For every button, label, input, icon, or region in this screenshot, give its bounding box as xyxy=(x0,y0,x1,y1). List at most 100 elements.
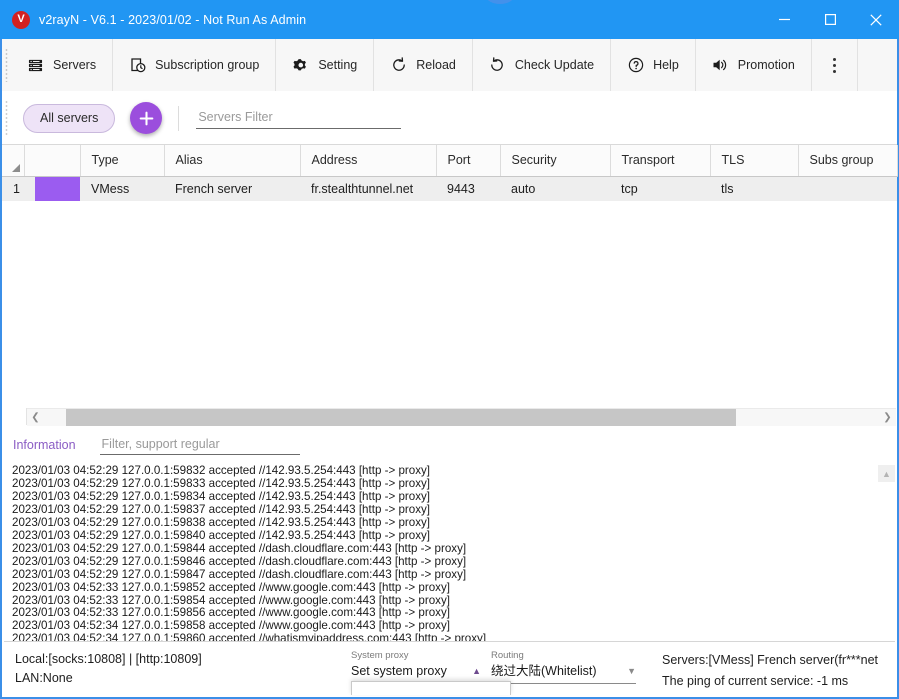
add-server-button[interactable] xyxy=(130,102,162,134)
row-mark-cell xyxy=(24,176,80,201)
column-header-port[interactable]: Port xyxy=(436,145,500,176)
toolbar-item-subscription-group[interactable]: Subscription group xyxy=(113,39,276,91)
log-line: 2023/01/03 04:52:33 127.0.0.1:59852 acce… xyxy=(12,582,864,595)
window-title: v2rayN - V6.1 - 2023/01/02 - Not Run As … xyxy=(39,13,306,27)
window-controls xyxy=(761,0,899,39)
scroll-up-icon[interactable]: ▲ xyxy=(878,465,895,482)
servers-filter-input[interactable] xyxy=(196,108,401,129)
status-ping: The ping of current service: -1 ms xyxy=(662,671,878,692)
status-lan: LAN:None xyxy=(15,669,202,688)
main-toolbar: Servers Subscription group xyxy=(2,39,897,92)
system-proxy-dropdown-popup[interactable] xyxy=(351,681,511,695)
log-line: 2023/01/03 04:52:29 127.0.0.1:59832 acce… xyxy=(12,465,864,478)
status-server-info: Servers:[VMess] French server(fr***net T… xyxy=(662,650,878,692)
title-bar[interactable]: V v2rayN - V6.1 - 2023/01/02 - Not Run A… xyxy=(0,0,899,39)
toolbar-item-label: Check Update xyxy=(515,58,594,72)
toolbar-item-check-update[interactable]: Check Update xyxy=(473,39,611,91)
routing-value: 绕过大陆(Whitelist) xyxy=(491,662,597,681)
column-header-address[interactable]: Address xyxy=(300,145,436,176)
log-filter-input[interactable] xyxy=(100,435,300,455)
log-line: 2023/01/03 04:52:29 127.0.0.1:59834 acce… xyxy=(12,491,864,504)
app-logo-glyph: V xyxy=(17,14,24,25)
column-header-security[interactable]: Security xyxy=(500,145,610,176)
window-body: Servers Subscription group xyxy=(0,39,899,699)
check-update-icon xyxy=(489,57,506,74)
toolbar-item-label: Setting xyxy=(318,58,357,72)
chevron-down-icon: ▼ xyxy=(627,663,636,681)
information-bar: Information xyxy=(2,430,897,460)
toolbar-item-label: Help xyxy=(653,58,679,72)
plus-icon xyxy=(139,111,154,126)
scroll-left-icon[interactable]: ❮ xyxy=(27,409,44,426)
column-header-type[interactable]: Type xyxy=(80,145,164,176)
cell-tls: tls xyxy=(710,176,798,201)
cell-type: VMess xyxy=(80,176,164,201)
help-icon xyxy=(627,57,644,74)
kebab-menu-icon xyxy=(833,58,836,73)
routing-label: Routing xyxy=(491,650,636,662)
subscription-icon xyxy=(129,57,146,74)
column-header-transport[interactable]: Transport xyxy=(610,145,710,176)
gear-icon xyxy=(292,57,309,74)
status-bar: Local:[socks:10808] | [http:10809] LAN:N… xyxy=(4,641,895,695)
row-index: 1 xyxy=(2,176,24,201)
toolbar-more-button[interactable] xyxy=(812,39,858,91)
close-button[interactable] xyxy=(853,0,899,39)
cursor-artifact xyxy=(486,0,514,4)
v2rayn-window: V v2rayN - V6.1 - 2023/01/02 - Not Run A… xyxy=(0,0,899,699)
toolbar-item-label: Reload xyxy=(416,58,456,72)
hscroll-thumb[interactable] xyxy=(66,409,736,426)
cell-security: auto xyxy=(500,176,610,201)
servers-icon xyxy=(27,57,44,74)
toolbar-item-servers[interactable]: Servers xyxy=(11,39,113,91)
status-local-ports: Local:[socks:10808] | [http:10809] xyxy=(15,650,202,669)
toolbar-item-reload[interactable]: Reload xyxy=(374,39,473,91)
toolbar-item-label: Servers xyxy=(53,58,96,72)
toolbar-item-help[interactable]: Help xyxy=(611,39,696,91)
select-all-triangle-icon xyxy=(12,164,20,172)
log-line: 2023/01/03 04:52:29 127.0.0.1:59833 acce… xyxy=(12,478,864,491)
servers-table: Type Alias Address Port Security Transpo… xyxy=(2,144,897,406)
table-header-row: Type Alias Address Port Security Transpo… xyxy=(2,145,897,176)
log-line: 2023/01/03 04:52:29 127.0.0.1:59840 acce… xyxy=(12,530,864,543)
system-proxy-field: System proxy Set system proxy ▲ xyxy=(351,650,481,685)
minimize-button[interactable] xyxy=(761,0,807,39)
toolbar-item-setting[interactable]: Setting xyxy=(276,39,374,91)
active-server-indicator xyxy=(35,177,80,201)
table-corner-header[interactable] xyxy=(2,145,24,176)
toolbar-item-promotion[interactable]: Promotion xyxy=(696,39,812,91)
maximize-button[interactable] xyxy=(807,0,853,39)
log-line: 2023/01/03 04:52:29 127.0.0.1:59847 acce… xyxy=(12,569,864,582)
routing-combo[interactable]: 绕过大陆(Whitelist) ▼ xyxy=(491,662,636,684)
tab-information[interactable]: Information xyxy=(13,438,76,452)
chevron-up-icon: ▲ xyxy=(472,663,481,681)
status-current-server: Servers:[VMess] French server(fr***net xyxy=(662,650,878,671)
server-filter-bar: All servers xyxy=(2,92,897,144)
cell-subs-group xyxy=(798,176,897,201)
scroll-right-icon[interactable]: ❯ xyxy=(879,409,896,426)
group-chip-label: All servers xyxy=(40,111,98,125)
system-proxy-value: Set system proxy xyxy=(351,662,447,681)
log-line: 2023/01/03 04:52:29 127.0.0.1:59837 acce… xyxy=(12,504,864,517)
column-header-alias[interactable]: Alias xyxy=(164,145,300,176)
cell-address: fr.stealthtunnel.net xyxy=(300,176,436,201)
group-chip-all-servers[interactable]: All servers xyxy=(23,104,115,133)
filterbar-grip[interactable] xyxy=(2,92,11,144)
cell-transport: tcp xyxy=(610,176,710,201)
column-header-mark[interactable] xyxy=(24,145,80,176)
speaker-icon xyxy=(712,57,729,74)
toolbar-grip[interactable] xyxy=(2,39,11,91)
table-row[interactable]: 1 VMess French server fr.stealthtunnel.n… xyxy=(2,176,897,201)
cell-port: 9443 xyxy=(436,176,500,201)
reload-icon xyxy=(390,57,407,74)
app-logo-icon: V xyxy=(12,11,30,29)
table-scroll-corner xyxy=(2,408,27,425)
column-header-subs-group[interactable]: Subs group xyxy=(798,145,897,176)
table-horizontal-scrollbar[interactable]: ❮ ❯ xyxy=(27,408,896,425)
routing-field: Routing 绕过大陆(Whitelist) ▼ xyxy=(491,650,636,684)
filterbar-divider xyxy=(178,106,179,131)
hscroll-track[interactable] xyxy=(44,409,879,426)
column-header-tls[interactable]: TLS xyxy=(710,145,798,176)
toolbar-item-label: Promotion xyxy=(738,58,795,72)
system-proxy-label: System proxy xyxy=(351,650,481,662)
